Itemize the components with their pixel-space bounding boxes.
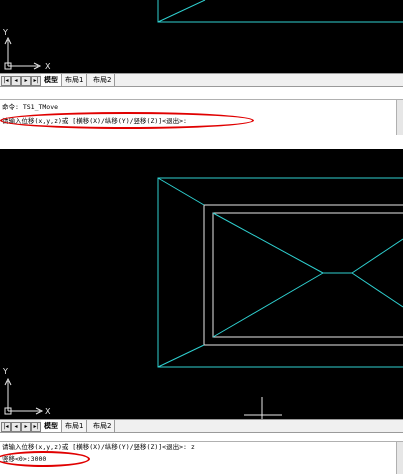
- nav-next-icon[interactable]: ▸: [21, 422, 31, 432]
- axis-x-label: X: [45, 62, 51, 71]
- tab-layout2[interactable]: 布局2: [90, 420, 116, 432]
- nav-first-icon[interactable]: |◂: [1, 422, 11, 432]
- command-history-line: 命令: TS1_TMove: [2, 103, 59, 111]
- drawing-top: Y X: [2, 0, 403, 71]
- shape-edge: [157, 0, 403, 23]
- nav-last-icon[interactable]: ▸|: [31, 76, 41, 86]
- outer-frame: [157, 177, 403, 368]
- hip-line: [351, 272, 403, 308]
- nav-next-icon[interactable]: ▸: [21, 76, 31, 86]
- tab-layout1[interactable]: 布局1: [62, 74, 88, 86]
- command-window-bottom[interactable]: 请输入位移(x,y,z)或 [横移(X)/纵移(Y)/竖移(Z)]<退出>: z…: [0, 441, 403, 474]
- tab-layout1[interactable]: 布局1: [62, 420, 88, 432]
- layout-tab-bar-top: |◂ ◂ ▸ ▸| 模型 布局1 布局2: [0, 73, 403, 87]
- layout-tab-bar-bottom: |◂ ◂ ▸ ▸| 模型 布局1 布局2: [0, 419, 403, 433]
- nav-prev-icon[interactable]: ◂: [11, 422, 21, 432]
- tab-layout2[interactable]: 布局2: [90, 74, 116, 86]
- crosshair-cursor: [244, 397, 282, 419]
- ucs-axis-icon: [4, 36, 42, 70]
- hip-line: [157, 177, 205, 206]
- shape-diagonal: [157, 0, 206, 23]
- axis-x-label: X: [45, 407, 51, 416]
- command-window-top[interactable]: 命令: TS1_TMove 请输入位移(x,y,z)或 [横移(X)/纵移(Y)…: [0, 99, 403, 136]
- hip-line: [212, 212, 324, 274]
- drawing-canvas-top[interactable]: Y X: [0, 0, 403, 73]
- inner-rect-inner: [212, 212, 403, 338]
- tab-model[interactable]: 模型: [41, 420, 62, 432]
- drawing-canvas-bottom[interactable]: Y X: [0, 149, 403, 419]
- highlight-ellipse: [0, 451, 90, 467]
- hip-line: [157, 344, 205, 368]
- axis-y-label: Y: [2, 28, 8, 37]
- inner-rect-outer: [203, 204, 403, 346]
- axis-y-label: Y: [2, 367, 8, 376]
- tab-model[interactable]: 模型: [41, 74, 62, 86]
- command-scrollbar[interactable]: [396, 100, 403, 136]
- command-scrollbar[interactable]: [396, 442, 403, 474]
- hip-line: [212, 272, 324, 338]
- top-panel: Y X |◂ ◂ ▸ ▸| 模型 布局1 布局2 命令: TS1_TMove 请…: [0, 0, 403, 136]
- highlight-ellipse: [0, 112, 254, 129]
- nav-first-icon[interactable]: |◂: [1, 76, 11, 86]
- nav-last-icon[interactable]: ▸|: [31, 422, 41, 432]
- ucs-axis-icon: [4, 377, 44, 415]
- nav-prev-icon[interactable]: ◂: [11, 76, 21, 86]
- drawing-bottom: Y X: [2, 177, 403, 419]
- hip-line: [351, 238, 403, 274]
- bottom-panel: Y X |◂ ◂ ▸ ▸| 模型 布局1 布局2 请输入位移(x,y,z)或 […: [0, 149, 403, 474]
